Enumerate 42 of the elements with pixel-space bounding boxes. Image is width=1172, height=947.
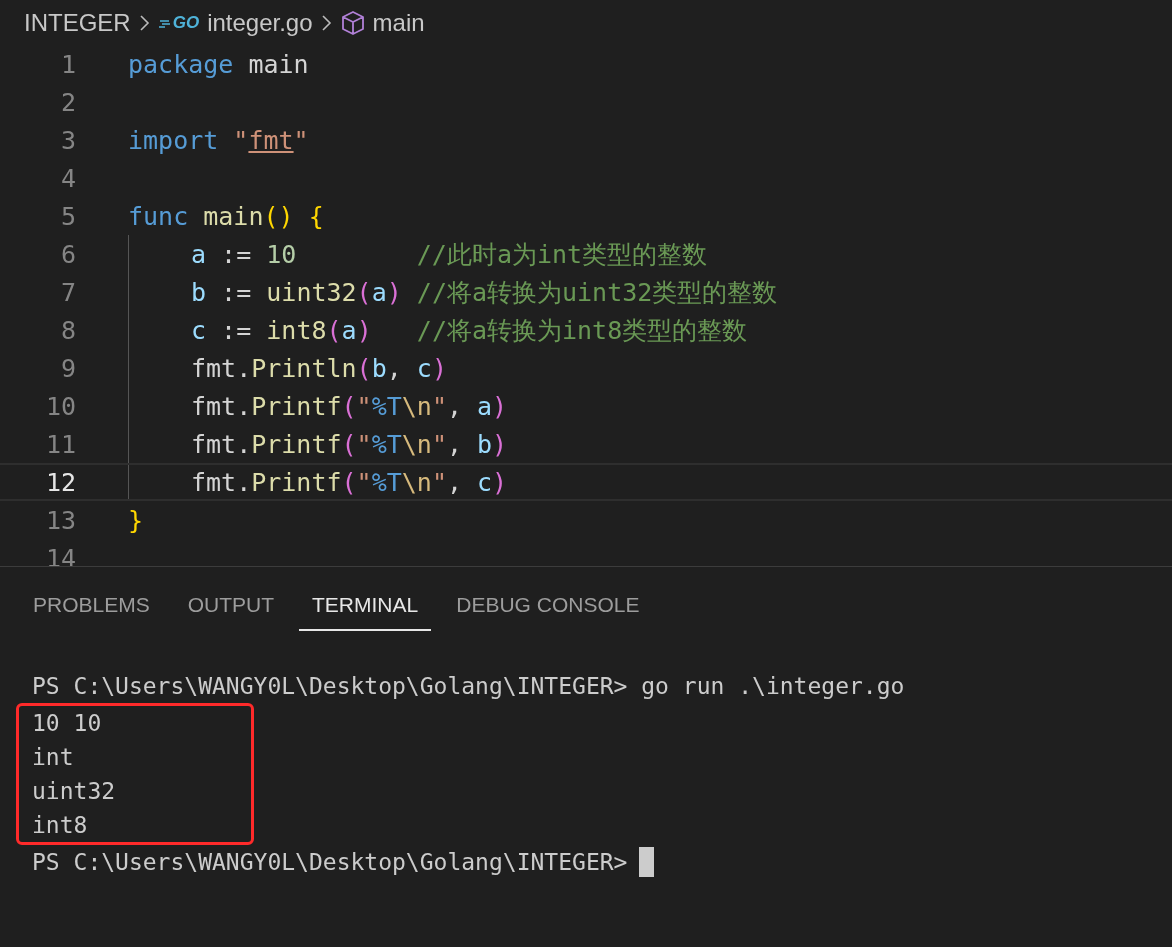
- line-number: 3: [59, 125, 76, 155]
- line-number: 9: [59, 353, 76, 383]
- code-line: fmt.Println(b, c): [191, 353, 447, 383]
- chevron-icon: [320, 12, 333, 33]
- terminal-cursor: [639, 847, 655, 877]
- code-line: b := uint32(a) //将a转换为uint32类型的整数: [191, 276, 778, 309]
- terminal-line: int: [32, 744, 74, 770]
- code-line: package main: [128, 49, 309, 79]
- breadcrumb-item[interactable]: integer.go: [207, 8, 313, 37]
- code-line: fmt.Printf("%T\n", b): [191, 429, 508, 459]
- line-number: 7: [59, 277, 76, 307]
- panel-tab[interactable]: TERMINAL: [299, 585, 432, 631]
- line-number: 11: [44, 429, 76, 459]
- panel-tab[interactable]: DEBUG CONSOLE: [443, 585, 653, 631]
- terminal-line: int8: [32, 812, 88, 838]
- line-number: 10: [44, 391, 76, 421]
- code-line: func main() {: [128, 201, 324, 231]
- panel-tab[interactable]: PROBLEMS: [20, 585, 163, 631]
- code-line: }: [128, 505, 144, 535]
- panel-tab[interactable]: OUTPUT: [174, 585, 288, 631]
- line-number: 6: [59, 239, 76, 269]
- code-line: import "fmt": [128, 125, 309, 155]
- chevron-icon: [138, 12, 151, 33]
- line-number: 5: [59, 201, 76, 231]
- breadcrumb-item[interactable]: main: [372, 8, 425, 37]
- line-number: 4: [59, 163, 76, 193]
- line-number: 8: [59, 315, 76, 345]
- code-line: fmt.Printf("%T\n", c): [191, 467, 508, 497]
- code-line: c := int8(a) //将a转换为int8类型的整数: [191, 314, 748, 347]
- breadcrumb-item[interactable]: INTEGER: [24, 8, 131, 37]
- line-number: 12: [44, 467, 76, 497]
- terminal-line: PS C:\Users\WANGY0L\Desktop\Golang\INTEGER> go run .\integer.go: [32, 673, 905, 699]
- cube-icon: [340, 9, 365, 36]
- line-number: 14: [44, 543, 76, 566]
- terminal-line: PS C:\Users\WANGY0L\Desktop\Golang\INTEGER>: [32, 849, 628, 875]
- terminal-line: uint32: [32, 778, 116, 804]
- code-line: a := 10 //此时a为int类型的整数: [191, 238, 708, 271]
- code-line: fmt.Printf("%T\n", a): [191, 391, 508, 421]
- line-number: 2: [59, 87, 76, 117]
- line-number: 13: [44, 505, 76, 535]
- line-number: 1: [59, 49, 76, 79]
- terminal-line: 10 10: [32, 710, 102, 736]
